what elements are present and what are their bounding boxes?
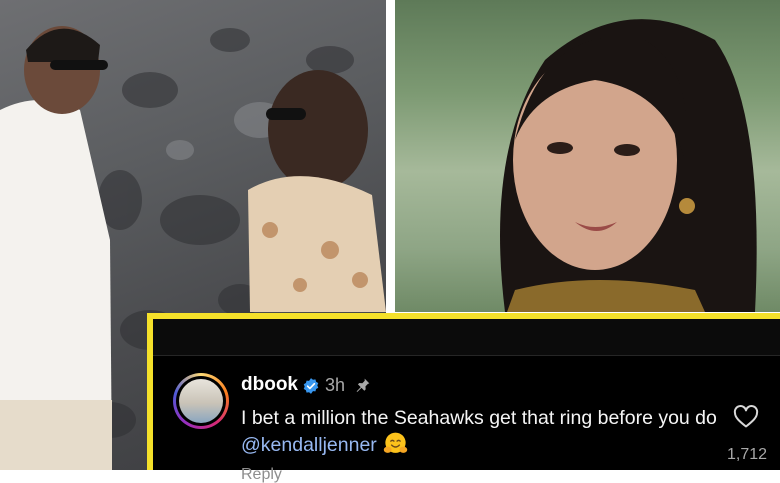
comment-text: I bet a million the Seahawks get that ri… — [241, 407, 717, 429]
mention-link[interactable]: @kendalljenner — [241, 434, 377, 456]
comment-card-top-bar — [153, 319, 780, 355]
photo-portrait — [395, 0, 780, 312]
photo-portrait-illustration — [500, 19, 757, 312]
like-count: 1,712 — [726, 446, 768, 463]
comment-username[interactable]: dbook — [241, 373, 298, 397]
hugging-face-emoji-icon — [383, 432, 408, 453]
instagram-comment-card: dbook 3h I bet a million the Seahawks ge… — [147, 313, 780, 483]
avatar[interactable] — [173, 373, 229, 429]
comment-body: I bet a million the Seahawks get that ri… — [241, 405, 721, 458]
avatar-photo — [179, 379, 223, 423]
heart-outline-icon[interactable] — [733, 405, 759, 429]
comment-timestamp: 3h — [325, 375, 346, 395]
verified-badge-icon — [303, 378, 319, 394]
pin-icon — [356, 378, 370, 392]
reply-button[interactable]: Reply — [241, 467, 282, 483]
avatar-ring-gap — [176, 376, 226, 426]
comment-card-separator — [153, 355, 780, 356]
